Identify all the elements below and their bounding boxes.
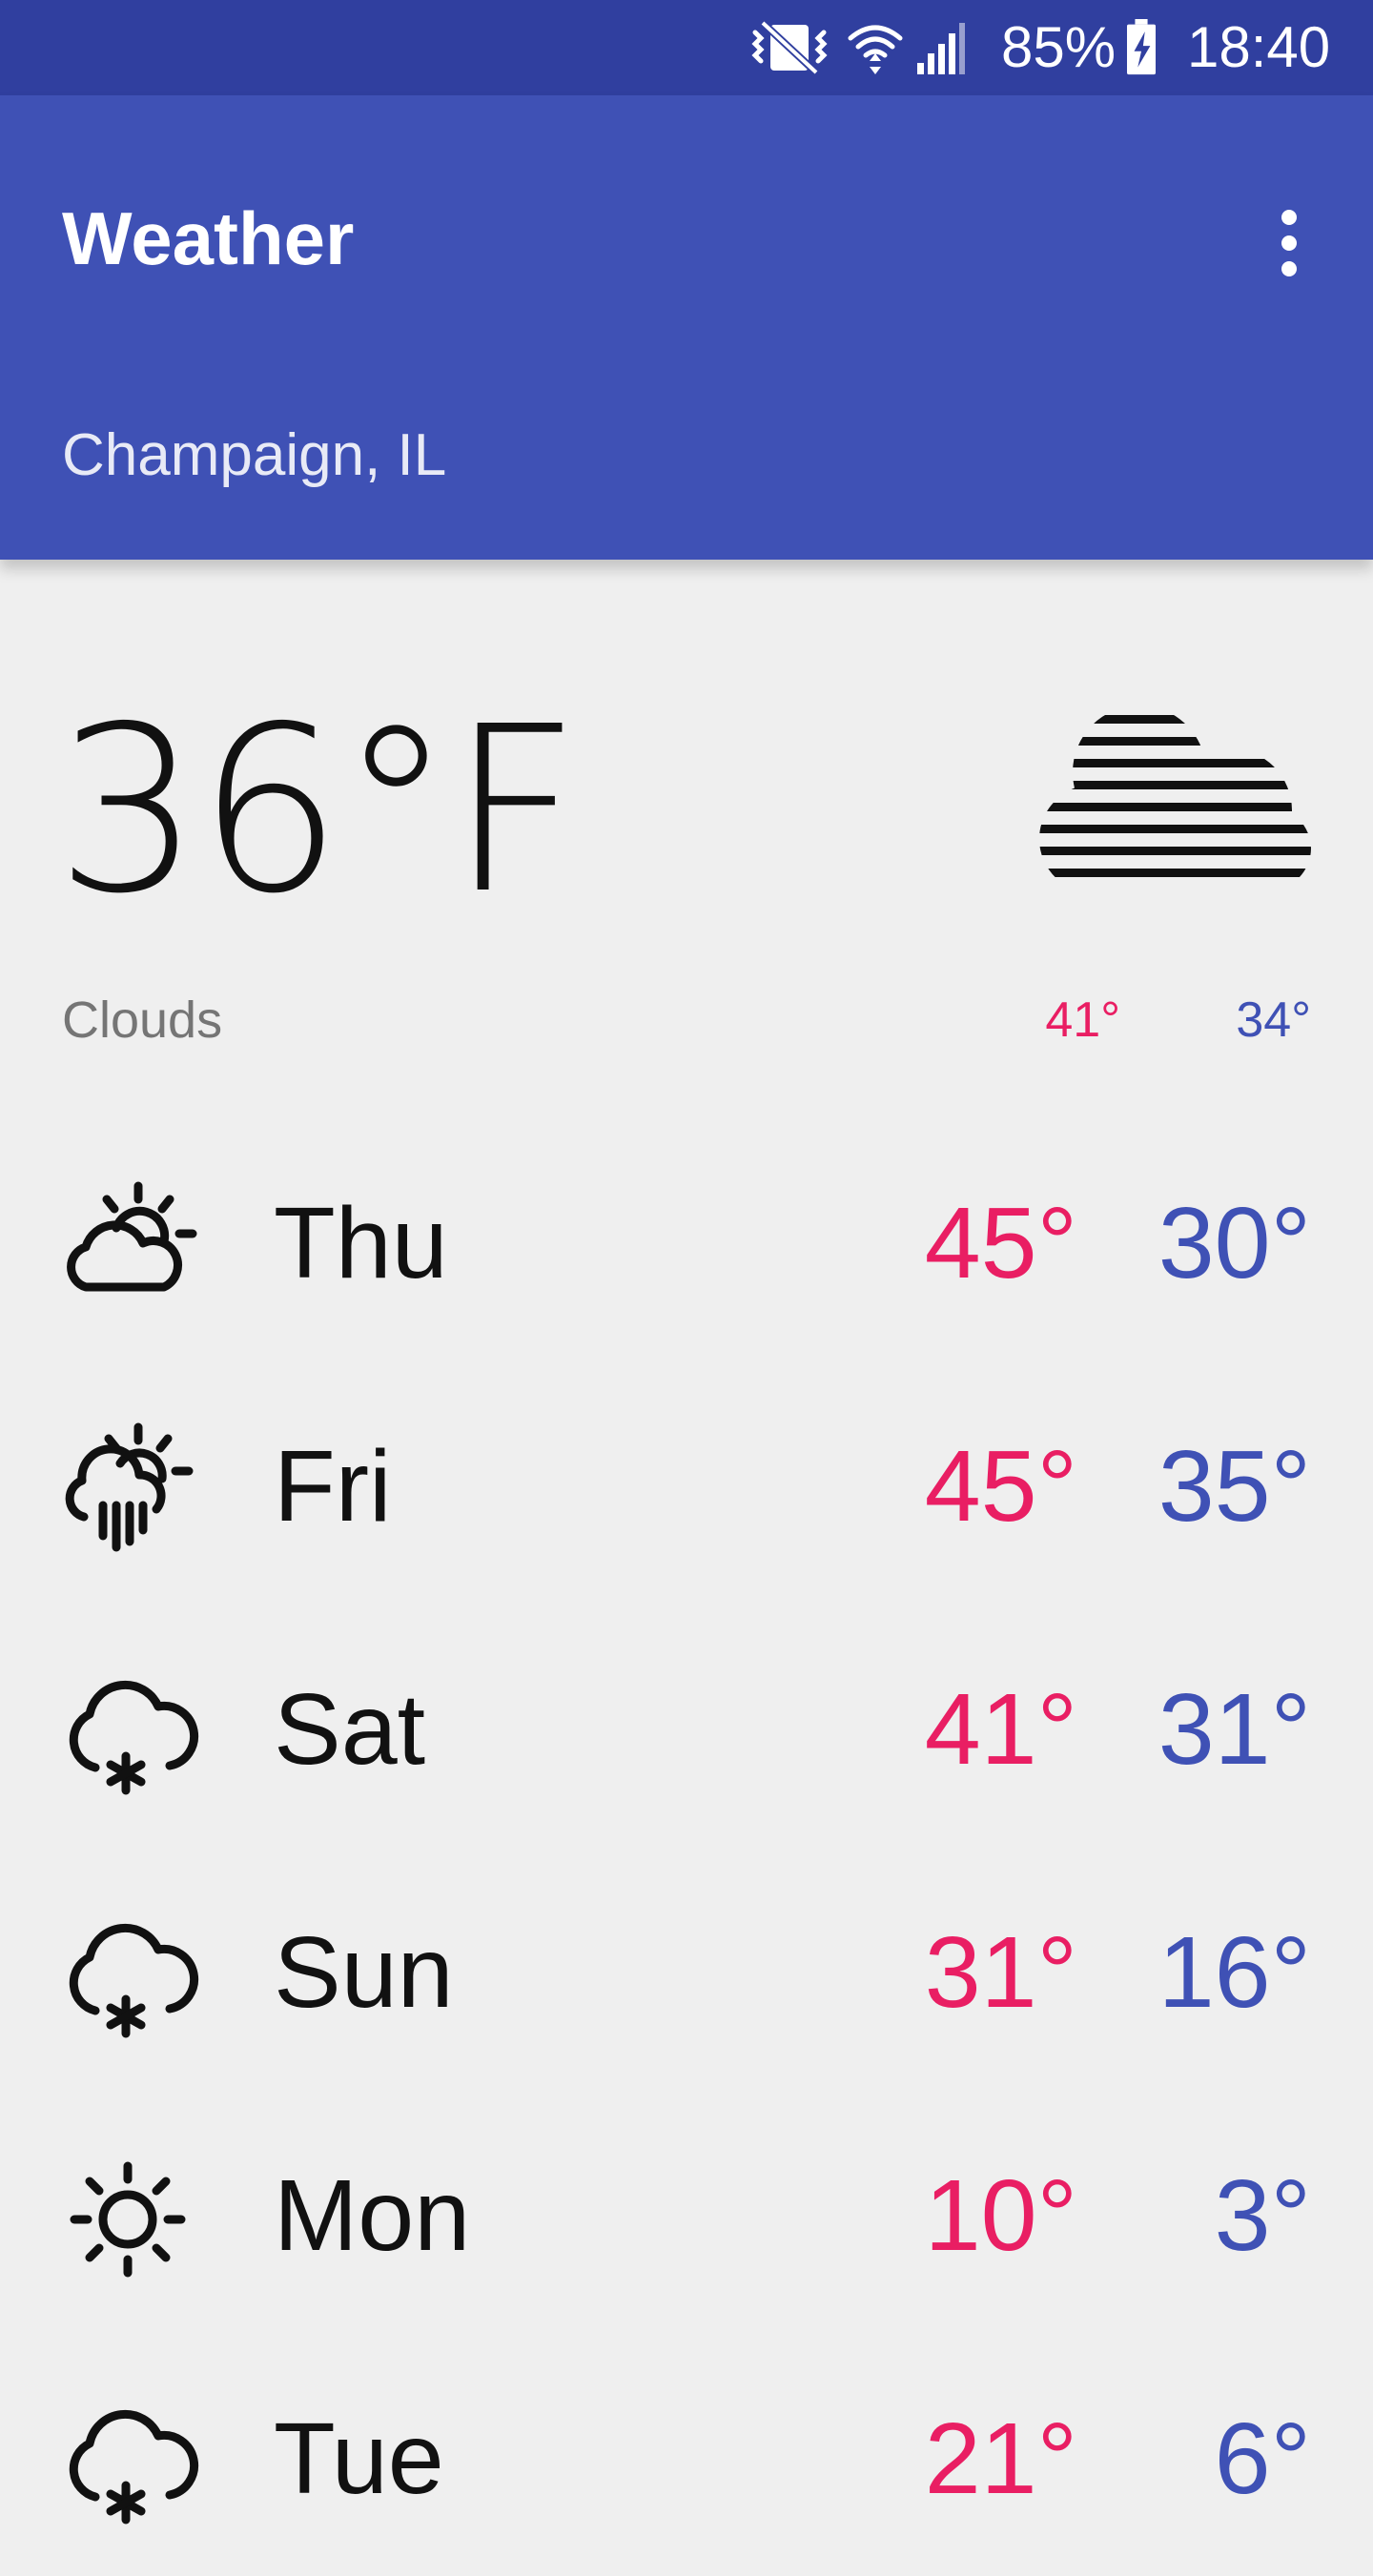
forecast-low: 16° xyxy=(1158,1916,1311,2029)
overflow-menu-button[interactable] xyxy=(1260,191,1318,296)
location-label: Champaign, IL xyxy=(62,422,447,488)
forecast-high: 45° xyxy=(924,1430,1077,1543)
app-bar: Weather Champaign, IL xyxy=(0,95,1373,560)
forecast-day: Tue xyxy=(274,2402,444,2515)
forecast-day: Sun xyxy=(274,1916,454,2029)
forecast-high: 45° xyxy=(924,1187,1077,1299)
forecast-day: Thu xyxy=(274,1187,448,1299)
current-high-temp: 41° xyxy=(1045,992,1120,1048)
forecast-high: 41° xyxy=(924,1673,1077,1786)
clouds-icon xyxy=(1039,715,1311,877)
forecast-low: 30° xyxy=(1158,1187,1311,1299)
sun-rain-icon xyxy=(65,1422,194,1552)
clock: 18:40 xyxy=(1187,15,1331,79)
battery-charging-icon xyxy=(1127,19,1156,75)
battery-percentage: 85% xyxy=(1001,15,1117,79)
forecast-row-fri[interactable]: Fri 45° 35° xyxy=(0,1360,1373,1604)
forecast-low: 35° xyxy=(1158,1430,1311,1543)
current-condition: Clouds xyxy=(62,992,223,1049)
forecast-low: 3° xyxy=(1214,2159,1311,2272)
snow-icon xyxy=(69,1923,199,2038)
wifi-icon xyxy=(848,25,903,74)
signal-icon xyxy=(917,23,965,74)
current-temperature: 36°F xyxy=(55,677,581,944)
forecast-day: Sat xyxy=(274,1673,426,1786)
status-bar: 85% 18:40 xyxy=(0,0,1373,95)
partly-cloudy-icon xyxy=(67,1181,197,1292)
vibrate-icon xyxy=(751,20,828,75)
forecast-day: Fri xyxy=(274,1430,392,1543)
forecast-high: 10° xyxy=(924,2159,1077,2272)
forecast-row-thu[interactable]: Thu 45° 30° xyxy=(0,1117,1373,1360)
snow-icon xyxy=(69,1680,199,1795)
more-vert-dot xyxy=(1281,261,1297,276)
forecast-row-mon[interactable]: Mon 10° 3° xyxy=(0,2090,1373,2333)
app-title: Weather xyxy=(62,196,355,280)
forecast-high: 21° xyxy=(924,2402,1077,2515)
current-low-temp: 34° xyxy=(1236,992,1311,1048)
forecast-low: 31° xyxy=(1158,1673,1311,1786)
forecast-day: Mon xyxy=(274,2159,471,2272)
forecast-high: 31° xyxy=(924,1916,1077,2029)
snow-icon xyxy=(69,2409,199,2525)
forecast-row-sat[interactable]: Sat 41° 31° xyxy=(0,1604,1373,1847)
forecast-row-sun[interactable]: Sun 31° 16° xyxy=(0,1847,1373,2090)
forecast-row-tue[interactable]: Tue 21° 6° xyxy=(0,2333,1373,2576)
more-vert-icon xyxy=(1281,210,1297,225)
forecast-low: 6° xyxy=(1214,2402,1311,2515)
sunny-icon xyxy=(70,2161,186,2278)
more-vert-dot xyxy=(1281,235,1297,251)
